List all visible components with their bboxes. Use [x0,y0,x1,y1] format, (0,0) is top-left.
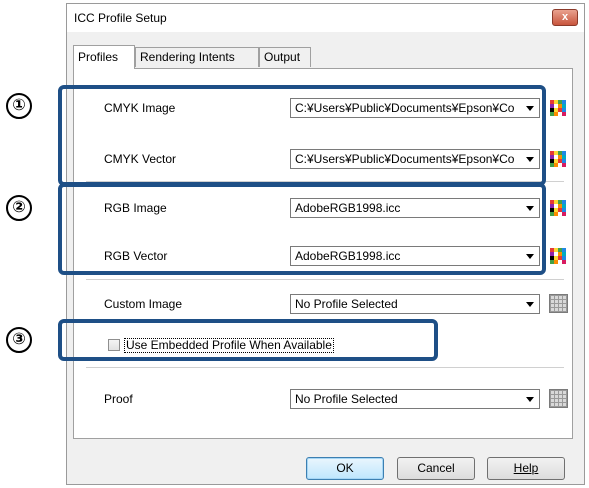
color-grid-icon[interactable] [549,294,568,313]
custom-image-label: Custom Image [104,297,183,311]
custom-image-select[interactable]: No Profile Selected [290,294,540,314]
tab-profiles-label: Profiles [78,50,119,64]
callout-badge-2: ② [6,195,32,221]
cancel-button-label: Cancel [417,461,455,475]
tab-profiles[interactable]: Profiles [73,45,135,69]
color-grid-icon[interactable] [549,389,568,408]
title-bar: ICC Profile Setup x [67,4,584,32]
color-swatch-icon[interactable] [550,151,566,167]
tab-rendering-intents[interactable]: Rendering Intents [135,47,259,67]
ok-button-label: OK [336,461,354,475]
tab-output-label: Output [264,50,301,64]
tab-output[interactable]: Output [259,47,311,67]
color-swatch-icon[interactable] [550,248,566,264]
ok-button[interactable]: OK [306,457,384,480]
window-title: ICC Profile Setup [74,11,167,25]
callout-box-3 [58,319,438,361]
callout-badge-3: ③ [6,327,32,353]
cancel-button[interactable]: Cancel [397,457,475,480]
custom-image-value: No Profile Selected [295,297,398,311]
help-button-label: Help [513,461,539,475]
tab-rendering-intents-label: Rendering Intents [140,50,235,64]
color-swatch-icon[interactable] [550,200,566,216]
callout-box-1 [58,85,546,186]
color-swatch-icon[interactable] [550,100,566,116]
callout-badge-1: ① [6,93,32,119]
chevron-down-icon [526,302,534,307]
callout-box-2 [58,183,546,275]
close-icon: x [561,11,569,23]
close-button[interactable]: x [552,9,578,26]
proof-value: No Profile Selected [295,392,398,406]
proof-select[interactable]: No Profile Selected [290,389,540,409]
help-button[interactable]: Help [487,457,565,480]
chevron-down-icon [526,397,534,402]
proof-label: Proof [104,392,133,406]
separator [86,279,564,280]
separator [86,367,564,368]
